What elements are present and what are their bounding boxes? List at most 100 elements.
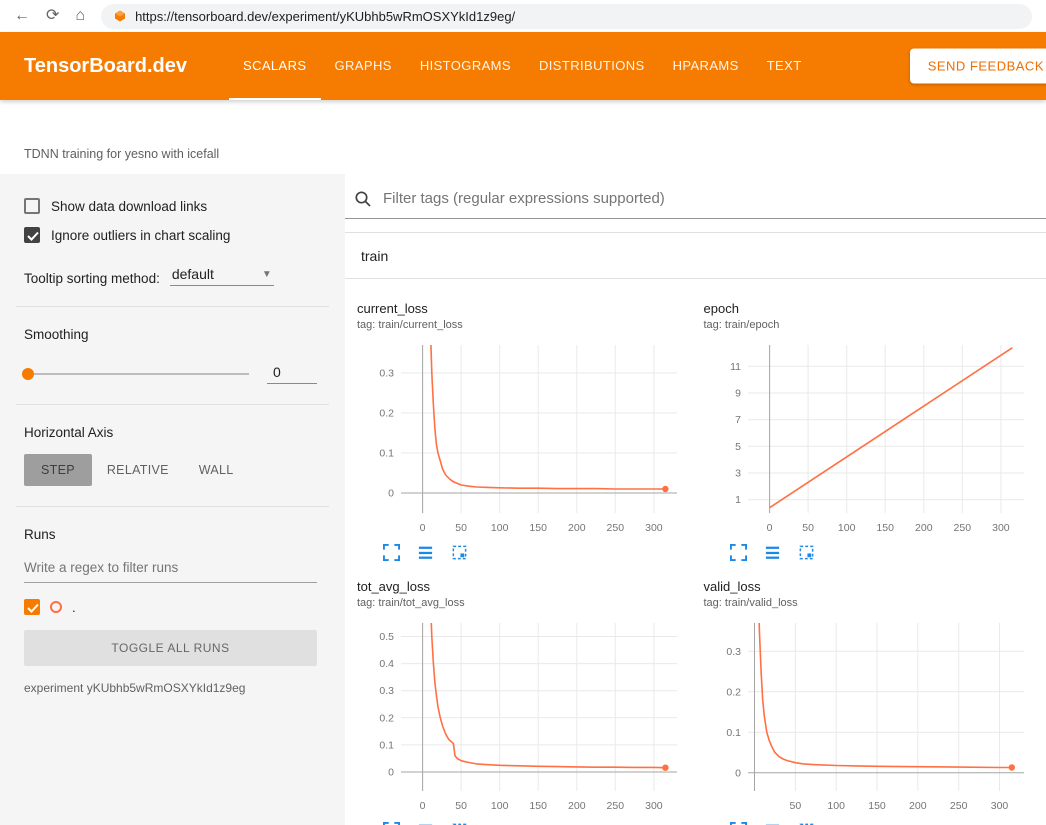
svg-text:200: 200: [915, 522, 933, 534]
tooltip-sorting-label: Tooltip sorting method:: [24, 271, 160, 286]
svg-text:300: 300: [992, 522, 1010, 534]
runs-label: Runs: [24, 527, 317, 542]
svg-text:5: 5: [735, 441, 741, 453]
svg-text:0.1: 0.1: [726, 727, 741, 739]
tab-scalars[interactable]: SCALARS: [229, 32, 321, 100]
svg-text:300: 300: [645, 800, 663, 812]
svg-text:150: 150: [529, 522, 547, 534]
svg-text:200: 200: [568, 800, 586, 812]
toggle-all-runs-button[interactable]: TOGGLE ALL RUNS: [24, 630, 317, 666]
svg-text:0: 0: [388, 767, 394, 779]
fit-domain-icon[interactable]: [798, 544, 815, 561]
log-scale-icon[interactable]: [764, 544, 781, 561]
address-bar[interactable]: https://tensorboard.dev/experiment/yKUbh…: [101, 4, 1032, 29]
chart-tag: tag: train/epoch: [704, 319, 1035, 331]
chart-card-valid-loss: valid_loss tag: train/valid_loss 00.10.2…: [704, 563, 1035, 825]
chart-title: valid_loss: [704, 579, 1035, 594]
url-text: https://tensorboard.dev/experiment/yKUbh…: [135, 9, 515, 24]
chart-card-epoch: epoch tag: train/epoch 13579110501001502…: [704, 285, 1035, 563]
svg-text:250: 250: [953, 522, 971, 534]
svg-text:250: 250: [607, 522, 625, 534]
fit-domain-icon[interactable]: [451, 544, 468, 561]
ignore-outliers-checkbox[interactable]: [24, 227, 40, 243]
tab-graphs[interactable]: GRAPHS: [321, 32, 406, 100]
svg-text:200: 200: [909, 800, 927, 812]
svg-text:100: 100: [491, 800, 509, 812]
tab-histograms[interactable]: HISTOGRAMS: [406, 32, 525, 100]
log-scale-icon[interactable]: [417, 544, 434, 561]
runs-filter-input[interactable]: [24, 552, 317, 583]
svg-text:1: 1: [735, 494, 741, 506]
tab-hparams[interactable]: HPARAMS: [659, 32, 753, 100]
svg-text:300: 300: [990, 800, 1008, 812]
tag-group-header[interactable]: train: [345, 233, 1046, 279]
smoothing-slider-thumb[interactable]: [22, 368, 34, 380]
svg-text:150: 150: [876, 522, 894, 534]
svg-text:100: 100: [827, 800, 845, 812]
svg-text:7: 7: [735, 414, 741, 426]
svg-text:0.4: 0.4: [379, 658, 394, 670]
tag-filter-input[interactable]: [381, 189, 1046, 208]
tab-text[interactable]: TEXT: [753, 32, 816, 100]
chart-tag: tag: train/valid_loss: [704, 597, 1035, 609]
smoothing-value-field[interactable]: 0: [267, 364, 317, 384]
tooltip-sorting-select[interactable]: default ▼: [170, 265, 274, 286]
scalars-dashboard: train current_loss tag: train/current_lo…: [345, 174, 1046, 825]
chart-toolbar: [383, 544, 688, 561]
svg-text:0.1: 0.1: [379, 448, 394, 460]
svg-text:50: 50: [455, 522, 467, 534]
svg-text:3: 3: [735, 468, 741, 480]
svg-text:50: 50: [455, 800, 467, 812]
tab-distributions[interactable]: DISTRIBUTIONS: [525, 32, 659, 100]
svg-text:250: 250: [607, 800, 625, 812]
chart-title: current_loss: [357, 301, 688, 316]
svg-text:100: 100: [837, 522, 855, 534]
svg-text:9: 9: [735, 388, 741, 400]
run-row: .: [24, 599, 317, 615]
chart-tag: tag: train/tot_avg_loss: [357, 597, 688, 609]
smoothing-label: Smoothing: [24, 327, 317, 342]
browser-toolbar: ← ⟳ ⌂ https://tensorboard.dev/experiment…: [0, 0, 1046, 32]
tag-group-train: train current_loss tag: train/current_lo…: [345, 232, 1046, 825]
app-header: TensorBoard.dev SCALARS GRAPHS HISTOGRAM…: [0, 32, 1046, 100]
chart-card-current-loss: current_loss tag: train/current_loss 00.…: [357, 285, 688, 563]
chart-title: epoch: [704, 301, 1035, 316]
svg-text:0.3: 0.3: [726, 646, 741, 658]
send-feedback-button[interactable]: SEND FEEDBACK: [910, 49, 1046, 84]
svg-text:0: 0: [388, 488, 394, 500]
line-chart-tot-avg-loss[interactable]: 00.10.20.30.40.5050100150200250300: [357, 617, 687, 817]
ignore-outliers-label: Ignore outliers in chart scaling: [51, 228, 230, 243]
expand-icon[interactable]: [730, 544, 747, 561]
horizontal-axis-buttons: STEP RELATIVE WALL: [24, 454, 317, 486]
sidebar-divider: [16, 306, 329, 307]
axis-step-button[interactable]: STEP: [24, 454, 92, 486]
axis-wall-button[interactable]: WALL: [184, 454, 249, 486]
experiment-description: TDNN training for yesno with icefall: [24, 147, 219, 161]
expand-icon[interactable]: [383, 544, 400, 561]
line-chart-epoch[interactable]: 1357911050100150200250300: [704, 339, 1034, 539]
search-icon: [354, 190, 372, 208]
run-checkbox[interactable]: [24, 599, 40, 615]
show-download-links-checkbox[interactable]: [24, 198, 40, 214]
home-icon[interactable]: ⌂: [75, 8, 85, 24]
line-chart-current-loss[interactable]: 00.10.20.3050100150200250300: [357, 339, 687, 539]
svg-text:50: 50: [802, 522, 814, 534]
chart-card-tot-avg-loss: tot_avg_loss tag: train/tot_avg_loss 00.…: [357, 563, 688, 825]
tensorboard-favicon: [113, 9, 127, 23]
svg-text:0.3: 0.3: [379, 368, 394, 380]
tooltip-sorting-value: default: [172, 266, 214, 282]
check-icon: [27, 231, 39, 241]
settings-sidebar: Show data download links Ignore outliers…: [0, 174, 345, 825]
back-icon[interactable]: ←: [14, 8, 30, 24]
nav-tabs: SCALARS GRAPHS HISTOGRAMS DISTRIBUTIONS …: [229, 32, 816, 100]
svg-text:0.2: 0.2: [379, 712, 394, 724]
svg-text:50: 50: [789, 800, 801, 812]
sidebar-divider: [16, 506, 329, 507]
smoothing-slider[interactable]: [24, 373, 249, 375]
svg-text:100: 100: [491, 522, 509, 534]
line-chart-valid-loss[interactable]: 00.10.20.350100150200250300: [704, 617, 1034, 817]
axis-relative-button[interactable]: RELATIVE: [92, 454, 184, 486]
experiment-description-strip: TDNN training for yesno with icefall: [0, 100, 1046, 174]
reload-icon[interactable]: ⟳: [46, 8, 59, 24]
charts-grid: current_loss tag: train/current_loss 00.…: [345, 279, 1046, 825]
